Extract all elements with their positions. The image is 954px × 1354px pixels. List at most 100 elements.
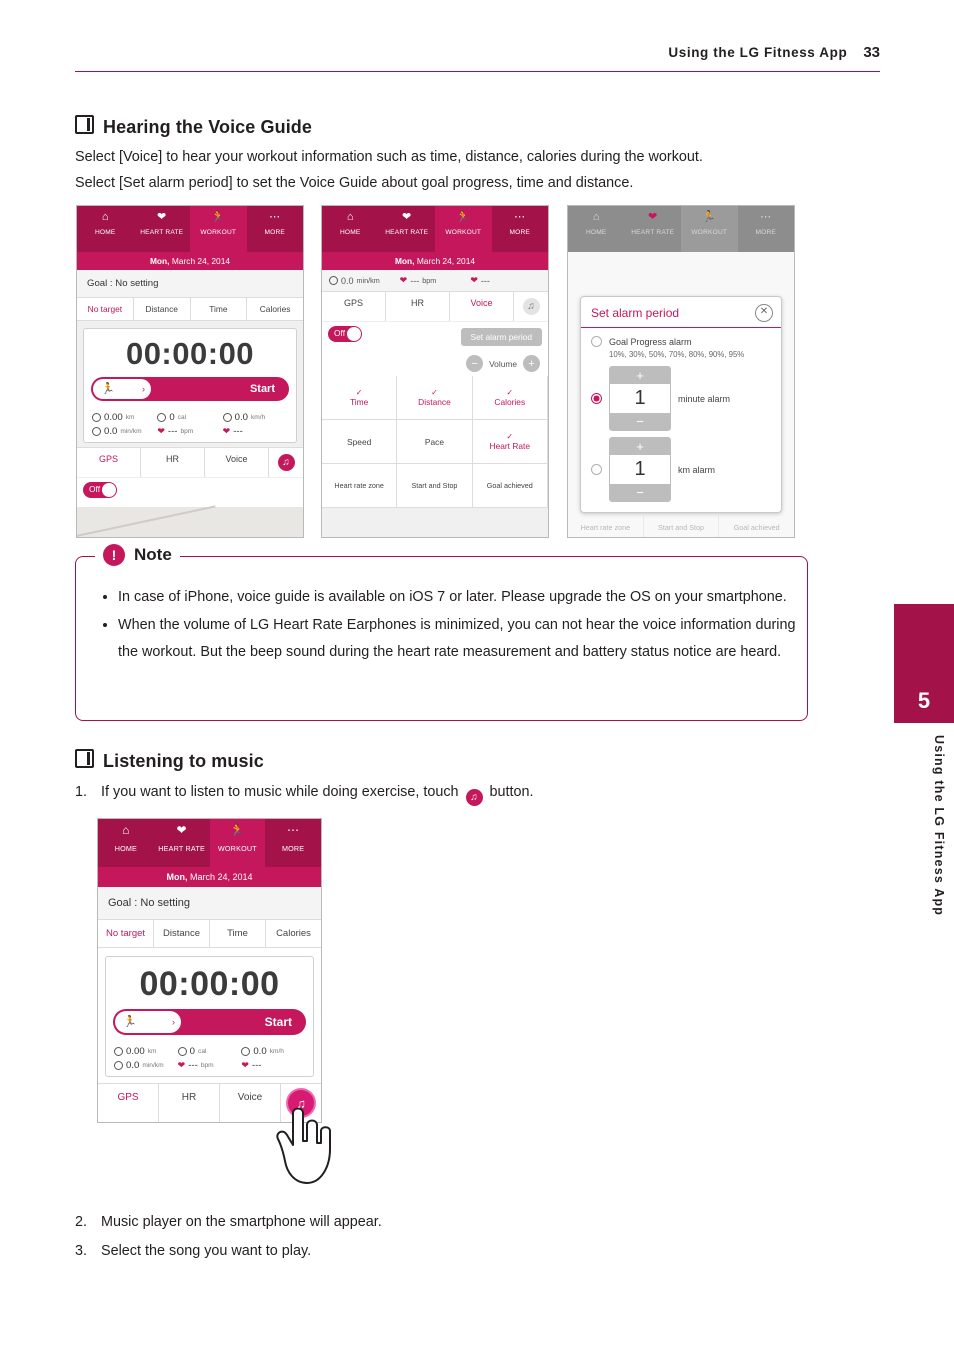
chapter-vertical-title: Using the LG Fitness App [932, 735, 946, 917]
grid-item-heart-rate[interactable]: ✓ Heart Rate [472, 420, 548, 464]
toggle-off-label: Off [89, 484, 101, 494]
start-label: Start [249, 383, 275, 395]
heart-icon: ❤ [241, 1060, 249, 1070]
phone4-goal: Goal : No setting [98, 887, 321, 920]
button-gps[interactable]: GPS [98, 1084, 159, 1122]
button-gps[interactable]: GPS [77, 448, 141, 477]
start-slider-knob[interactable]: 🏃 › [93, 379, 151, 399]
tab-distance[interactable]: Distance [154, 920, 210, 947]
button-voice[interactable]: Voice [220, 1084, 281, 1122]
radio-goal-progress[interactable] [591, 336, 602, 347]
tab-distance[interactable]: Distance [134, 298, 191, 320]
nav-home[interactable]: ⌂ HOME [77, 206, 134, 252]
km-minus-button[interactable]: − [610, 484, 670, 501]
nav-more[interactable]: ⋯ MORE [247, 206, 304, 252]
toggle-off-label: Off [334, 328, 346, 338]
start-slider-knob[interactable]: 🏃 › [115, 1011, 181, 1033]
distance-icon [92, 413, 101, 422]
grid-item-time[interactable]: ✓ Time [322, 376, 398, 420]
button-gps[interactable]: GPS [322, 292, 386, 321]
tab-time[interactable]: Time [191, 298, 248, 320]
nav-home[interactable]: ⌂ HOME [322, 206, 379, 252]
grid-item-start-and-stop[interactable]: Start and Stop [397, 464, 473, 508]
close-icon[interactable]: ✕ [755, 304, 773, 322]
distance-icon [114, 1047, 123, 1056]
nav-heart-rate[interactable]: ❤ HEART RATE [625, 206, 682, 252]
grid-item-goal-achieved[interactable]: Goal achieved [472, 464, 548, 508]
pace-value: 0.0 [126, 1060, 140, 1071]
button-voice[interactable]: Voice [205, 448, 269, 477]
voice-guide-line2: Select [Set alarm period] to set the Voi… [75, 175, 634, 191]
tab-time[interactable]: Time [210, 920, 266, 947]
radio-minute-alarm[interactable] [591, 393, 602, 404]
grid-item-speed[interactable]: Speed [322, 420, 398, 464]
button-music[interactable]: ♫ [269, 448, 303, 477]
minute-stepper[interactable]: + 1 − [609, 366, 671, 431]
radio-km-alarm[interactable] [591, 464, 602, 475]
nav-home[interactable]: ⌂ HOME [98, 819, 154, 867]
phone4-stats: 0.00 km 0 cal 0.0 km/h 0.0 min/km ❤ --- bpm ❤ -… [106, 1042, 313, 1076]
tab-no-target[interactable]: No target [98, 920, 154, 947]
grid-item-pace[interactable]: Pace [397, 420, 473, 464]
phone3-navbar: ⌂ HOME ❤ HEART RATE 🏃 WORKOUT ⋯ MORE [568, 206, 794, 252]
nav-workout[interactable]: 🏃 WORKOUT [435, 206, 492, 252]
nav-more[interactable]: ⋯ MORE [492, 206, 549, 252]
tab-no-target[interactable]: No target [77, 298, 134, 320]
nav-workout[interactable]: 🏃 WORKOUT [681, 206, 738, 252]
phone2-volume-row: − Volume + [322, 351, 548, 376]
nav-workout[interactable]: 🏃 WORKOUT [209, 819, 266, 867]
grid-item-distance[interactable]: ✓ Distance [397, 376, 473, 420]
volume-plus-button[interactable]: + [523, 355, 540, 372]
note-item: In case of iPhone, voice guide is availa… [118, 584, 796, 611]
nav-heart-rate[interactable]: ❤ HEART RATE [134, 206, 191, 252]
step1-text-b: button. [489, 784, 534, 800]
start-slider[interactable]: 🏃 › Start [113, 1009, 306, 1035]
start-slider[interactable]: 🏃 › Start [91, 377, 289, 401]
check-icon: ✓ [506, 388, 514, 397]
pace-unit: min/km [356, 276, 380, 285]
note-item: When the volume of LG Heart Rate Earphon… [118, 612, 796, 666]
distance-unit: km [147, 1048, 157, 1055]
set-alarm-period-button[interactable]: Set alarm period [460, 327, 542, 346]
home-icon: ⌂ [592, 211, 600, 223]
home-icon: ⌂ [101, 211, 109, 223]
phone1-buttons: GPS HR Voice ♫ [77, 447, 303, 477]
volume-minus-button[interactable]: − [466, 355, 484, 372]
button-music[interactable]: ♫ [514, 292, 548, 321]
nav-heart-rate[interactable]: ❤ HEART RATE [379, 206, 436, 252]
more-icon: ⋯ [287, 823, 300, 837]
km-stepper[interactable]: + 1 − [609, 437, 671, 502]
runner-icon: 🏃 [456, 211, 471, 223]
nav-more[interactable]: ⋯ MORE [738, 206, 795, 252]
calories-value: 0 [169, 412, 175, 423]
speed-value: 0.0 [234, 412, 248, 423]
nav-home[interactable]: ⌂ HOME [568, 206, 625, 252]
button-hr[interactable]: HR [141, 448, 205, 477]
distance-value: 0.00 [104, 412, 123, 423]
minute-minus-button[interactable]: − [610, 413, 670, 430]
km-plus-button[interactable]: + [610, 438, 670, 455]
grid-item-calories[interactable]: ✓ Calories [472, 376, 548, 420]
phone1-navbar: ⌂ HOME ❤ HEART RATE 🏃 WORKOUT ⋯ MORE [77, 206, 303, 252]
nav-workout[interactable]: 🏃 WORKOUT [190, 206, 247, 252]
hr-unit: bpm [200, 1062, 214, 1069]
note-header: ! Note [95, 544, 180, 566]
heart-icon: ❤ [157, 426, 165, 436]
tab-calories[interactable]: Calories [247, 298, 303, 320]
button-hr[interactable]: HR [386, 292, 450, 321]
phone1-stats: 0.00 km 0 cal 0.0 km/h 0.0 min/km ❤ --- bpm ❤ -… [84, 408, 296, 442]
date-prefix: Mon, [166, 872, 188, 882]
minute-plus-button[interactable]: + [610, 367, 670, 384]
music-step-3: 3. Select the song you want to play. [75, 1243, 775, 1259]
grid-item-heart-rate-zone[interactable]: Heart rate zone [322, 464, 398, 508]
phone1-goal-tabs: No target Distance Time Calories [77, 298, 303, 321]
nav-heart-rate[interactable]: ❤ HEART RATE [154, 819, 210, 867]
page-header: Using the LG Fitness App 33 [75, 44, 880, 72]
calories-unit: cal [198, 1048, 207, 1055]
button-voice[interactable]: Voice [450, 292, 514, 321]
distance-unit: km [125, 414, 135, 421]
nav-more[interactable]: ⋯ MORE [265, 819, 321, 867]
tab-calories[interactable]: Calories [266, 920, 321, 947]
button-hr[interactable]: HR [159, 1084, 220, 1122]
pace-value: 0.0 [341, 275, 354, 286]
